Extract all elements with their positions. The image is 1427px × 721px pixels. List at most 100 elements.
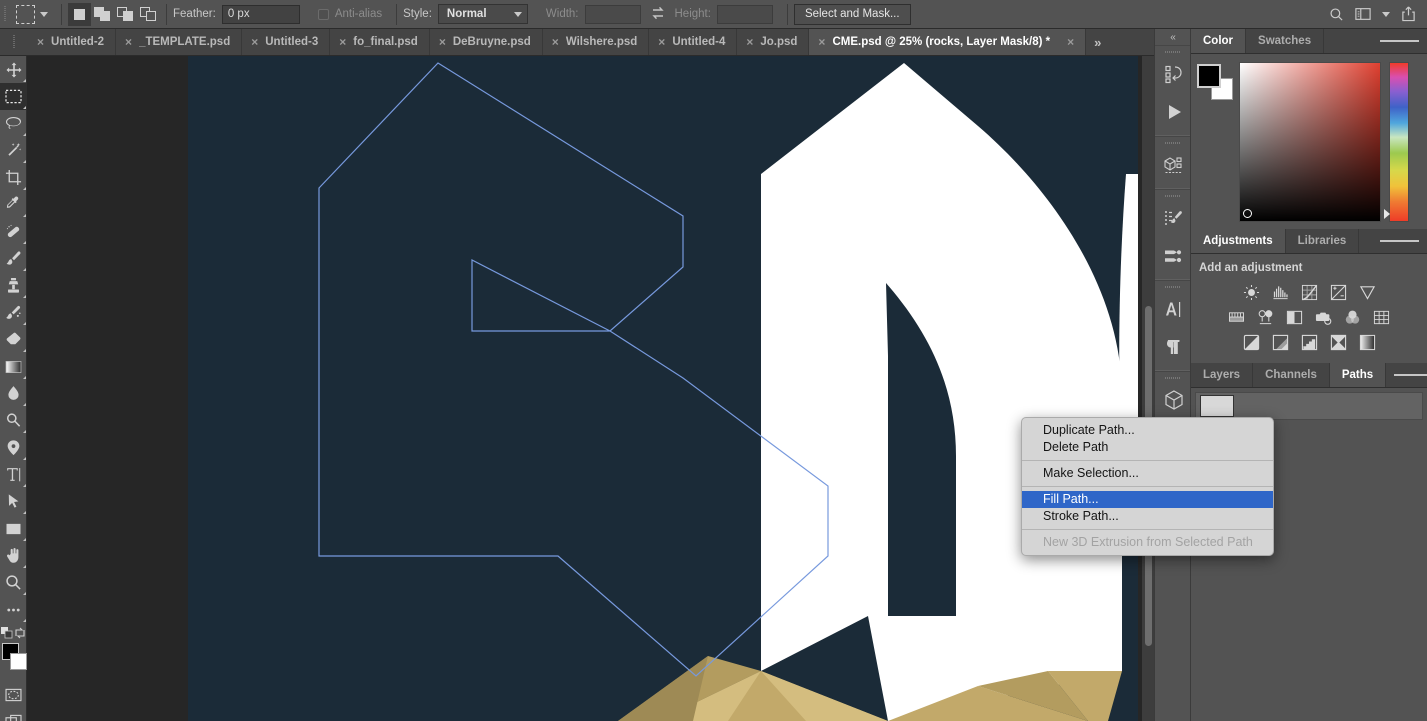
chevron-down-icon[interactable] [1382, 11, 1390, 17]
vibrance-icon[interactable] [1358, 283, 1377, 302]
color-balance-icon[interactable] [1256, 308, 1275, 327]
close-icon[interactable]: × [746, 36, 753, 48]
collapse-panels-button[interactable]: « [1155, 29, 1190, 45]
style-select[interactable]: Normal [437, 4, 528, 24]
channel-mixer-icon[interactable] [1343, 308, 1362, 327]
brush-tool[interactable] [0, 245, 27, 272]
selective-color-icon[interactable] [1358, 333, 1377, 352]
document-tab[interactable]: × Untitled-3 [242, 29, 331, 55]
anti-alias-checkbox[interactable] [317, 8, 329, 20]
type-tool[interactable] [0, 461, 27, 488]
magic-wand-tool[interactable] [0, 137, 27, 164]
context-menu-item[interactable]: Delete Path [1022, 439, 1273, 456]
color-ramp[interactable] [1239, 62, 1381, 222]
document-tab[interactable]: × DeBruyne.psd [429, 29, 543, 55]
spot-healing-brush-tool[interactable] [0, 218, 27, 245]
brush-presets-icon[interactable] [1155, 237, 1192, 275]
hue-saturation-icon[interactable] [1227, 308, 1246, 327]
dodge-tool[interactable] [0, 407, 27, 434]
subtract-from-selection-button[interactable] [114, 2, 137, 26]
color-panel-swatches[interactable] [1197, 64, 1233, 100]
tab-adjustments[interactable]: Adjustments [1191, 229, 1286, 253]
document-tab[interactable]: × _TEMPLATE.psd [116, 29, 243, 55]
hue-slider[interactable] [1384, 62, 1409, 222]
close-icon[interactable]: × [439, 36, 446, 48]
close-icon[interactable]: × [339, 36, 346, 48]
add-to-selection-button[interactable] [91, 2, 114, 26]
history-brush-tool[interactable] [0, 299, 27, 326]
exposure-icon[interactable] [1329, 283, 1348, 302]
hand-tool[interactable] [0, 542, 27, 569]
photo-filter-icon[interactable] [1314, 308, 1333, 327]
close-icon[interactable]: × [125, 36, 132, 48]
intersect-with-selection-button[interactable] [137, 2, 160, 26]
width-input[interactable] [584, 4, 641, 24]
history-icon[interactable] [1155, 55, 1192, 93]
search-icon[interactable] [1329, 7, 1344, 22]
dock-grip[interactable] [1155, 192, 1190, 199]
tool-preset-picker[interactable] [10, 0, 55, 29]
new-selection-button[interactable] [68, 2, 91, 26]
close-icon[interactable]: × [37, 36, 44, 48]
screen-mode-button[interactable] [0, 708, 27, 721]
canvas-vertical-scrollbar[interactable] [1142, 56, 1154, 721]
canvas-area[interactable] [27, 56, 1154, 721]
feather-input[interactable]: 0 px [221, 4, 300, 24]
tab-overflow-button[interactable]: » [1086, 29, 1109, 55]
pen-tool[interactable] [0, 434, 27, 461]
select-and-mask-button[interactable]: Select and Mask... [793, 3, 911, 25]
dock-grip[interactable] [1155, 48, 1190, 55]
eyedropper-tool[interactable] [0, 191, 27, 218]
lasso-tool[interactable] [0, 110, 27, 137]
foreground-background-color[interactable] [0, 641, 27, 675]
context-menu-item[interactable]: Duplicate Path... [1022, 422, 1273, 439]
tab-layers[interactable]: Layers [1191, 363, 1254, 387]
dock-grip[interactable] [1155, 374, 1190, 381]
gradient-map-icon[interactable] [1329, 333, 1348, 352]
document-canvas[interactable] [188, 56, 1138, 721]
dock-grip[interactable] [1155, 283, 1190, 290]
3d-panel-icon[interactable] [1155, 146, 1192, 184]
invert-icon[interactable] [1242, 333, 1261, 352]
rectangular-marquee-tool[interactable] [0, 83, 27, 110]
swap-colors-icon[interactable] [14, 627, 26, 639]
move-tool[interactable] [0, 56, 27, 83]
brightness-contrast-icon[interactable] [1242, 283, 1261, 302]
default-colors-icon[interactable] [0, 626, 13, 639]
tab-bar-grip[interactable] [0, 29, 28, 55]
context-menu-item[interactable]: Fill Path... [1022, 491, 1273, 508]
character-panel-icon[interactable] [1155, 290, 1192, 328]
levels-icon[interactable] [1271, 283, 1290, 302]
close-icon[interactable]: × [251, 36, 258, 48]
path-context-menu[interactable]: Duplicate Path... Delete Path Make Selecti… [1021, 417, 1274, 556]
edit-toolbar-tool[interactable] [0, 596, 27, 623]
quick-mask-button[interactable] [0, 681, 27, 708]
panel-menu-icon[interactable] [1386, 363, 1427, 387]
crop-tool[interactable] [0, 164, 27, 191]
threshold-icon[interactable] [1300, 333, 1319, 352]
close-icon[interactable]: × [818, 36, 825, 48]
panel-menu-icon[interactable] [1372, 29, 1427, 53]
close-icon[interactable]: × [552, 36, 559, 48]
blur-tool[interactable] [0, 380, 27, 407]
height-input[interactable] [716, 4, 773, 24]
tab-paths[interactable]: Paths [1329, 363, 1387, 387]
3d-cube-icon[interactable] [1155, 381, 1192, 419]
black-white-icon[interactable] [1285, 308, 1304, 327]
document-tab[interactable]: × Untitled-2 [28, 29, 117, 55]
document-tab[interactable]: × Untitled-4 [649, 29, 738, 55]
rectangle-tool[interactable] [0, 515, 27, 542]
color-lookup-icon[interactable] [1372, 308, 1391, 327]
tab-color[interactable]: Color [1191, 29, 1247, 53]
close-icon[interactable]: × [658, 36, 665, 48]
actions-play-icon[interactable] [1155, 93, 1192, 131]
close-icon[interactable]: × [1067, 36, 1074, 48]
paragraph-panel-icon[interactable] [1155, 328, 1192, 366]
workspace-icon[interactable] [1355, 7, 1371, 21]
document-tab[interactable]: × CME.psd @ 25% (rocks, Layer Mask/8) * × [809, 29, 1087, 55]
path-selection-tool[interactable] [0, 488, 27, 515]
eraser-tool[interactable] [0, 326, 27, 353]
path-list-item[interactable] [1195, 392, 1423, 420]
dock-grip[interactable] [1155, 139, 1190, 146]
tab-swatches[interactable]: Swatches [1246, 29, 1325, 53]
